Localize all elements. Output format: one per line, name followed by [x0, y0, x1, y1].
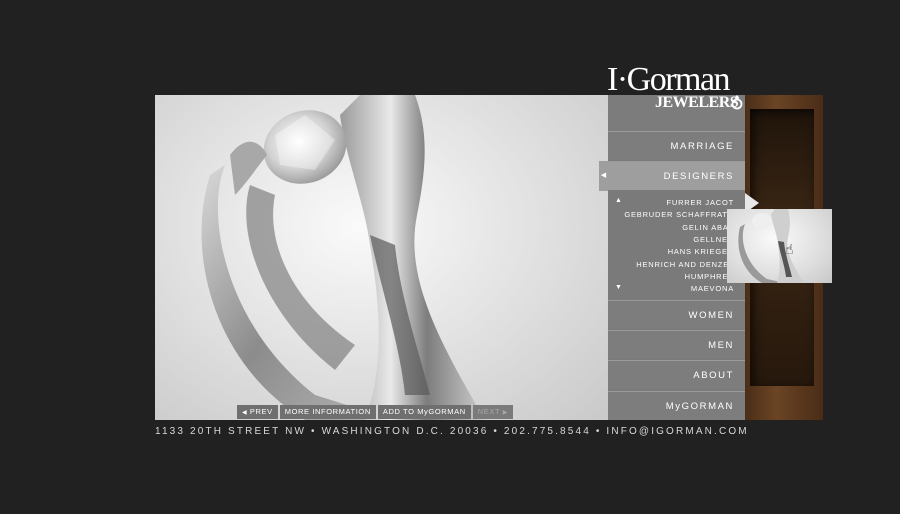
more-information-button[interactable]: MORE INFORMATION	[279, 405, 376, 419]
designer-item[interactable]: HENRICH AND DENZEL	[636, 260, 734, 269]
scroll-up-icon[interactable]: ▲	[615, 197, 622, 204]
collapse-arrow-icon[interactable]: ◀	[599, 161, 608, 191]
page: ◀ PREV MORE INFORMATION ADD TO MyGORMAN …	[0, 0, 900, 514]
ring-illustration	[201, 95, 485, 420]
igorman-logo[interactable]: I·Gorman JEWELERS	[607, 60, 747, 115]
next-button[interactable]: NEXT ▶	[472, 405, 513, 419]
designer-preview-thumbnail[interactable]: ☝	[727, 209, 832, 283]
nav-item-women[interactable]: WOMEN	[608, 300, 745, 329]
image-toolbar: ◀ PREV MORE INFORMATION ADD TO MyGORMAN …	[237, 405, 513, 419]
nav-item-mygorman[interactable]: MyGORMAN	[608, 391, 745, 420]
nav-item-marriage[interactable]: MARRIAGE	[608, 131, 745, 160]
next-label: NEXT	[477, 407, 501, 416]
designer-item[interactable]: FURRER JACOT	[666, 198, 734, 207]
product-image	[155, 95, 608, 420]
designer-item[interactable]: HANS KRIEGER	[668, 247, 734, 256]
add-to-mygorman-button[interactable]: ADD TO MyGORMAN	[377, 405, 471, 419]
nav-item-about[interactable]: ABOUT	[608, 360, 745, 389]
arrow-right-icon: ▶	[502, 410, 508, 416]
designer-item[interactable]: GEBRUDER SCHAFFRATH	[624, 210, 734, 219]
ring-thumbnail: ☝	[738, 209, 804, 283]
designers-submenu: ▲ FURRER JACOT GEBRUDER SCHAFFRATH GELIN…	[608, 192, 745, 299]
scroll-down-icon[interactable]: ▼	[615, 284, 622, 291]
logo-subtitle: JEWELERS	[655, 94, 739, 111]
footer-contact: 1133 20TH STREET NW • WASHINGTON D.C. 20…	[155, 426, 749, 437]
prev-label: PREV	[249, 407, 273, 416]
nav-item-men[interactable]: MEN	[608, 330, 745, 359]
ring-icon	[731, 95, 743, 110]
nav-item-designers[interactable]: DESIGNERS	[608, 161, 745, 190]
designer-item[interactable]: MAEVONA	[691, 284, 734, 293]
hand-cursor-icon: ☝	[785, 242, 794, 258]
arrow-left-icon: ◀	[242, 410, 248, 416]
prev-button[interactable]: ◀ PREV	[237, 405, 278, 419]
